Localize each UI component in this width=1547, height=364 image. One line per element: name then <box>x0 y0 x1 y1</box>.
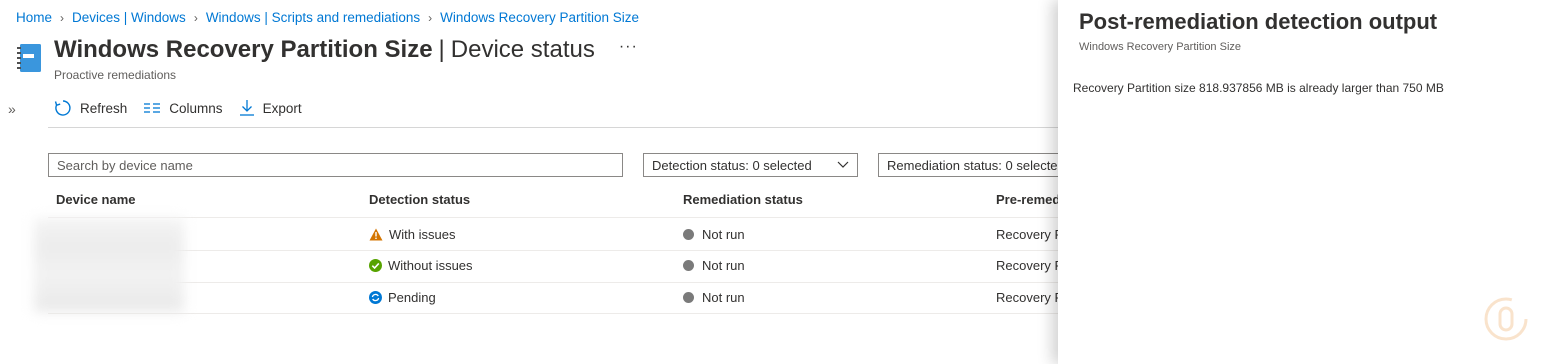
refresh-button[interactable]: Refresh <box>54 99 127 117</box>
breadcrumb-devices-windows[interactable]: Devices | Windows <box>72 10 186 25</box>
page-category: Proactive remediations <box>54 68 177 82</box>
detection-status-cell: Pending <box>369 290 436 305</box>
header-divider <box>48 217 1058 218</box>
refresh-icon <box>54 100 71 116</box>
column-header-remediation-status[interactable]: Remediation status <box>683 192 803 207</box>
refresh-label: Refresh <box>80 100 128 116</box>
more-options-button[interactable]: ··· <box>619 38 638 56</box>
column-header-device-name[interactable]: Device name <box>56 192 136 207</box>
detection-output-text: Recovery Partition size 818.937856 MB is… <box>1073 81 1444 95</box>
row-divider <box>48 282 1058 283</box>
detection-status-text: With issues <box>389 227 456 242</box>
sync-icon <box>369 291 382 304</box>
detection-filter-label: Detection status: 0 selected <box>652 157 812 173</box>
remediation-status-text: Not run <box>702 290 745 305</box>
not-run-icon <box>683 260 694 271</box>
columns-icon <box>144 103 161 113</box>
breadcrumb-home[interactable]: Home <box>16 10 52 25</box>
row-divider <box>48 313 1058 314</box>
detection-status-text: Pending <box>388 290 436 305</box>
detection-output-panel: Post-remediation detection output Window… <box>1058 0 1547 364</box>
page-title: Windows Recovery Partition Size <box>54 36 433 63</box>
warning-icon <box>369 228 383 241</box>
detection-status-cell: Without issues <box>369 258 473 273</box>
breadcrumb: Home › Devices | Windows › Windows | Scr… <box>16 10 639 25</box>
script-icon <box>17 44 41 72</box>
pre-remediation-text: Recovery P <box>996 258 1064 273</box>
row-divider <box>48 250 1058 251</box>
pre-remediation-cell: Recovery P <box>996 290 1063 305</box>
check-circle-icon <box>369 259 382 272</box>
watermark-logo-icon <box>1484 297 1528 341</box>
remediation-status-text: Not run <box>702 227 745 242</box>
download-icon <box>239 100 254 116</box>
export-button[interactable]: Export <box>239 99 302 117</box>
pre-remediation-cell: Recovery P <box>996 227 1063 242</box>
remediation-status-text: Not run <box>702 258 745 273</box>
redacted-device-names <box>34 218 184 312</box>
chevron-right-icon: › <box>428 10 433 25</box>
remediation-status-cell: Not run <box>683 258 745 273</box>
remediation-status-cell: Not run <box>683 290 745 305</box>
column-header-detection-status[interactable]: Detection status <box>369 192 470 207</box>
search-input[interactable] <box>48 153 623 177</box>
breadcrumb-current-script[interactable]: Windows Recovery Partition Size <box>440 10 639 25</box>
pre-remediation-text: Recovery P <box>996 290 1064 305</box>
column-header-pre-remediation[interactable]: Pre-remed <box>996 192 1060 207</box>
expand-menu-button[interactable]: » <box>8 101 16 117</box>
page-subtitle-title: Device status <box>450 36 595 63</box>
pre-remediation-text: Recovery P <box>996 227 1064 242</box>
pre-remediation-cell: Recovery P <box>996 258 1063 273</box>
title-divider: | <box>438 36 445 63</box>
toolbar-divider <box>48 127 1058 128</box>
not-run-icon <box>683 229 694 240</box>
remediation-filter-label: Remediation status: 0 selected <box>887 157 1065 173</box>
columns-label: Columns <box>169 100 223 116</box>
detection-status-filter[interactable]: Detection status: 0 selected <box>643 153 858 177</box>
chevron-right-icon: › <box>60 10 65 25</box>
not-run-icon <box>683 292 694 303</box>
toolbar: Refresh Columns Export <box>54 99 318 117</box>
detection-status-text: Without issues <box>388 258 473 273</box>
columns-button[interactable]: Columns <box>143 100 223 116</box>
panel-subtitle: Windows Recovery Partition Size <box>1079 41 1242 53</box>
export-label: Export <box>262 100 302 116</box>
chevron-right-icon: › <box>193 10 198 25</box>
detection-status-cell: With issues <box>369 227 455 242</box>
panel-title: Post-remediation detection output <box>1079 9 1438 34</box>
remediation-status-cell: Not run <box>683 227 745 242</box>
chevron-down-icon <box>837 161 849 168</box>
breadcrumb-scripts-remediations[interactable]: Windows | Scripts and remediations <box>206 10 420 25</box>
page-header: Windows Recovery Partition Size | Device… <box>54 36 638 82</box>
remediation-status-filter[interactable]: Remediation status: 0 selected <box>878 153 1068 177</box>
